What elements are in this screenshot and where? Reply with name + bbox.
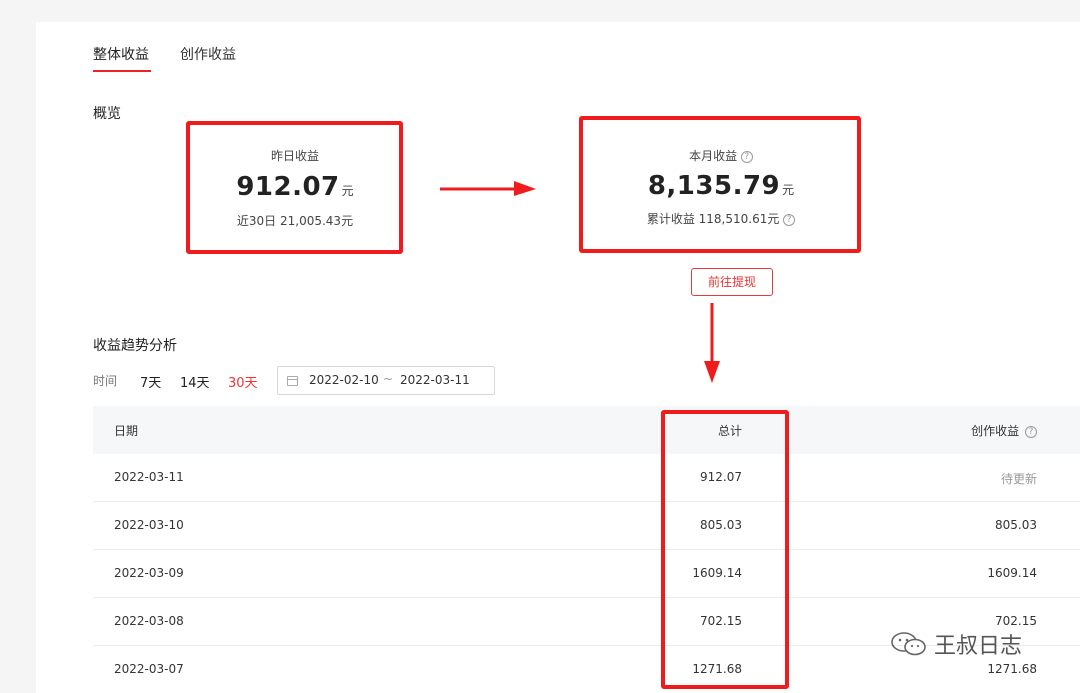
row-creation-income: 805.03 — [995, 518, 1037, 532]
active-tab-indicator — [93, 70, 151, 72]
date-range-picker[interactable]: 2022-02-10 ~ 2022-03-11 — [277, 366, 495, 395]
row-date: 2022-03-07 — [114, 662, 184, 676]
trend-analysis-title: 收益趋势分析 — [93, 338, 177, 354]
overview-title: 概览 — [93, 106, 121, 122]
calendar-icon — [287, 376, 298, 386]
highlight-box-total-column — [661, 410, 789, 689]
tab-overall-income[interactable]: 整体收益 — [93, 44, 149, 64]
help-icon[interactable]: ? — [1025, 425, 1037, 438]
withdraw-button[interactable]: 前往提现 — [691, 268, 773, 296]
row-date: 2022-03-11 — [114, 470, 184, 484]
watermark: 王叔日志 — [890, 628, 1022, 660]
date-start[interactable]: 2022-02-10 — [309, 373, 379, 387]
header-creation-income-label: 创作收益 — [971, 424, 1020, 438]
arrow-down-annotation — [704, 303, 720, 383]
highlight-box-month — [579, 116, 861, 253]
date-separator: ~ — [383, 372, 394, 386]
row-creation-income: 待更新 — [1000, 472, 1037, 486]
arrow-right-annotation — [440, 181, 536, 196]
table-row: 2022-03-09 1609.14 1609.14 — [93, 550, 1080, 598]
table-row: 2022-03-10 805.03 805.03 — [93, 502, 1080, 550]
row-creation-income: 1609.14 — [987, 566, 1037, 580]
time-filter-label: 时间 — [93, 374, 118, 388]
header-creation-income: 创作收益 ? — [971, 422, 1037, 439]
wechat-icon — [891, 632, 926, 656]
table-row: 2022-03-11 912.07 待更新 — [93, 454, 1080, 502]
row-creation-income: 1271.68 — [987, 662, 1037, 676]
header-date: 日期 — [114, 424, 139, 438]
row-date: 2022-03-10 — [114, 518, 184, 532]
highlight-box-yesterday — [186, 121, 403, 254]
table-header: 日期 总计 创作收益 ? — [93, 406, 1080, 454]
range-30-days[interactable]: 30天 — [228, 372, 258, 391]
tab-creation-income[interactable]: 创作收益 — [180, 44, 236, 64]
watermark-text: 王叔日志 — [934, 634, 1023, 659]
row-date: 2022-03-08 — [114, 614, 184, 628]
range-14-days[interactable]: 14天 — [180, 372, 210, 391]
row-creation-income: 702.15 — [995, 614, 1037, 628]
row-date: 2022-03-09 — [114, 566, 184, 580]
range-7-days[interactable]: 7天 — [140, 372, 161, 391]
date-end[interactable]: 2022-03-11 — [400, 373, 470, 387]
